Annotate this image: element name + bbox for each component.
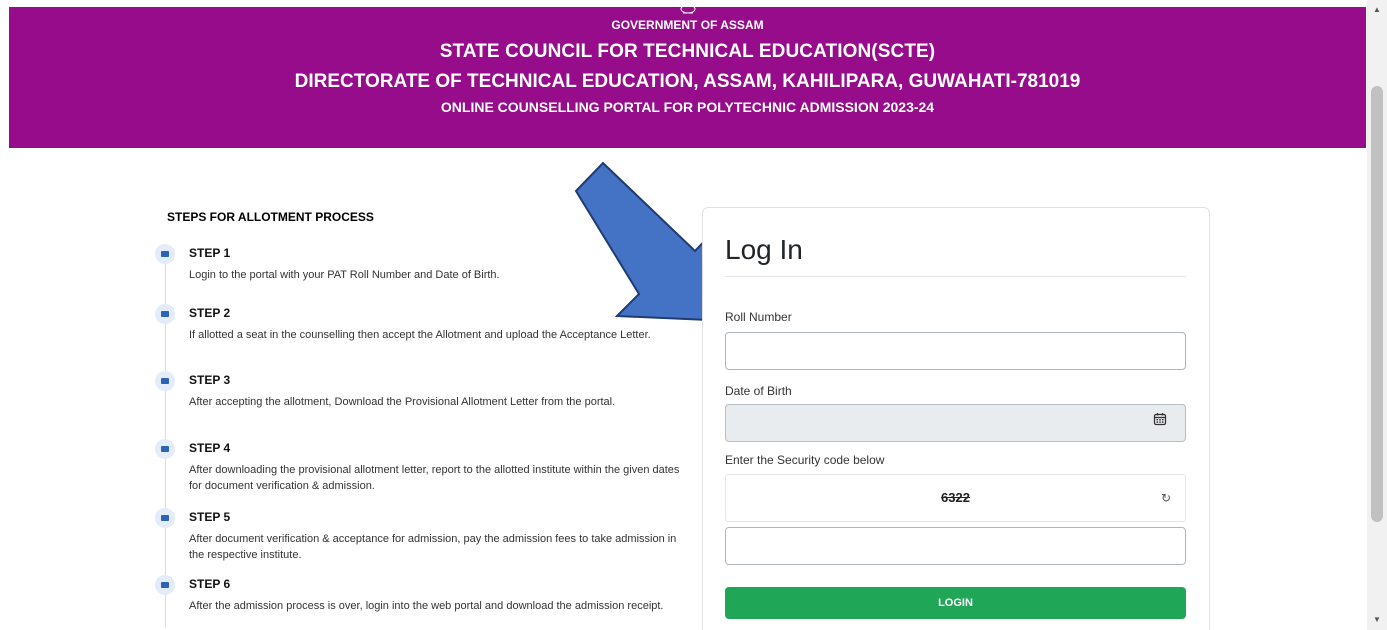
roll-number-input[interactable] [725, 332, 1186, 370]
step-title: STEP 3 [189, 373, 231, 387]
step-title: STEP 5 [189, 510, 231, 524]
captcha-box: 6322 ↻ [725, 474, 1186, 522]
calendar-icon [155, 371, 175, 391]
refresh-icon[interactable]: ↻ [1161, 491, 1171, 505]
emblem-icon [680, 4, 695, 14]
calendar-icon [155, 508, 175, 528]
council-title: STATE COUNCIL FOR TECHNICAL EDUCATION(SC… [439, 41, 936, 62]
site-header: GOVERNMENT OF ASSAM STATE COUNCIL FOR TE… [9, 4, 1366, 148]
calendar-icon[interactable] [1153, 412, 1167, 426]
captcha-code: 6322 [941, 490, 970, 505]
roll-number-label: Roll Number [725, 310, 792, 324]
step-text: After accepting the allotment, Download … [189, 396, 616, 408]
government-label: GOVERNMENT OF ASSAM [611, 18, 764, 32]
security-code-input[interactable] [725, 527, 1186, 565]
steps-title: STEPS FOR ALLOTMENT PROCESS [167, 210, 374, 224]
security-code-label: Enter the Security code below [725, 453, 885, 467]
step-text: If allotted a seat in the counselling th… [189, 329, 651, 341]
step-text: After downloading the provisional allotm… [189, 464, 680, 492]
dob-input[interactable] [725, 404, 1186, 442]
portal-subtitle: ONLINE COUNSELLING PORTAL FOR POLYTECHNI… [440, 99, 935, 115]
directorate-title: DIRECTORATE OF TECHNICAL EDUCATION, ASSA… [294, 71, 1081, 92]
scroll-up-icon[interactable]: ▲ [1367, 2, 1387, 18]
vertical-scrollbar[interactable]: ▲ ▼ [1367, 0, 1387, 630]
login-card: Log In Roll Number Date of Birth Enter t… [702, 207, 1210, 630]
page: GOVERNMENT OF ASSAM STATE COUNCIL FOR TE… [0, 0, 1367, 630]
step-title: STEP 4 [189, 441, 231, 455]
calendar-icon [155, 439, 175, 459]
scroll-thumb[interactable] [1371, 86, 1383, 522]
calendar-icon [155, 304, 175, 324]
calendar-icon [155, 575, 175, 595]
step-title: STEP 6 [189, 577, 231, 591]
login-button[interactable]: LOGIN [725, 587, 1186, 619]
login-title: Log In [725, 234, 803, 265]
step-text: Login to the portal with your PAT Roll N… [189, 269, 500, 281]
step-title: STEP 1 [189, 246, 231, 260]
divider [725, 276, 1186, 277]
scroll-down-icon[interactable]: ▼ [1367, 612, 1387, 628]
step-title: STEP 2 [189, 306, 231, 320]
step-text: After the admission process is over, log… [189, 600, 664, 612]
calendar-icon [155, 244, 175, 264]
dob-label: Date of Birth [725, 384, 792, 398]
arrow-shape [574, 161, 718, 322]
step-text: After document verification & acceptance… [189, 533, 677, 561]
